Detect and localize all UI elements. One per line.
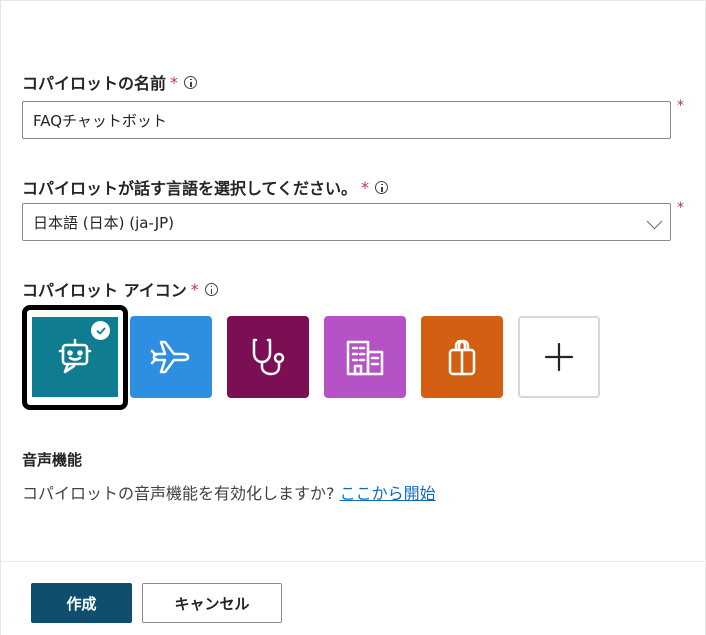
footer-divider [0,561,706,562]
language-label: コパイロットが話す言語を選択してください。 [22,179,358,198]
required-mark: * [190,279,199,299]
icon-option-stethoscope[interactable] [227,316,309,398]
selected-check-icon [91,321,110,340]
name-label: コパイロットの名前 [22,74,167,93]
required-mark: * [677,200,684,216]
required-mark: * [170,72,179,92]
frame-left [0,0,1,635]
stethoscope-icon [252,338,285,376]
icon-option-building[interactable] [324,316,406,398]
create-button[interactable]: 作成 [31,583,132,623]
voice-description: コパイロットの音声機能を有効化しますか? ここから開始 [22,480,436,504]
icon-label-row: コパイロット アイコン * [22,277,218,301]
info-icon[interactable] [184,75,198,89]
add-icon-button[interactable] [518,316,600,398]
language-select-value: 日本語 (日本) (ja-JP) [33,213,175,232]
add-icon [544,342,574,372]
voice-start-link[interactable]: ここから開始 [340,484,436,503]
airplane-icon [150,340,190,374]
building-icon [346,340,384,376]
chevron-down-icon [646,213,663,230]
language-label-row: コパイロットが話す言語を選択してください。 * [22,175,389,199]
name-label-row: コパイロットの名前 * [22,70,198,94]
required-mark: * [361,177,370,197]
robot-icon [58,338,92,374]
name-input[interactable]: FAQチャットボット [22,101,671,139]
frame-top [0,0,706,1]
info-icon[interactable] [375,180,389,194]
cancel-button[interactable]: キャンセル [142,583,282,623]
icon-option-airplane[interactable] [130,316,212,398]
icon-label: コパイロット アイコン [22,281,187,300]
icon-option-shopping-bag[interactable] [421,316,503,398]
shopping-bag-icon [448,339,476,376]
voice-title: 音声機能 [22,451,83,469]
info-icon[interactable] [204,282,218,296]
voice-description-text: コパイロットの音声機能を有効化しますか? [22,484,340,503]
name-input-value: FAQチャットボット [33,111,167,130]
language-select[interactable]: 日本語 (日本) (ja-JP) [22,203,671,241]
required-mark: * [677,98,684,114]
